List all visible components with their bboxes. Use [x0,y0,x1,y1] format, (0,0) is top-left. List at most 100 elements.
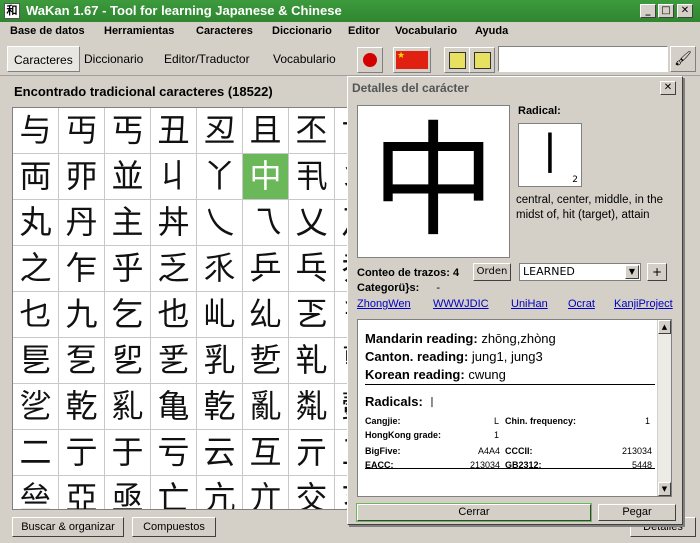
link-wwwjdic[interactable]: WWWJDIC [433,298,489,310]
character-cell[interactable]: 乵 [289,338,335,384]
character-cell[interactable]: 亁 [197,384,243,430]
character-cell[interactable]: 亞 [59,476,105,509]
character-cell[interactable]: 乾 [59,384,105,430]
character-cell[interactable]: 乍 [59,246,105,292]
character-cell[interactable]: 亣 [243,476,289,509]
character-cell[interactable]: 也 [151,292,197,338]
character-cell[interactable]: 乎 [105,246,151,292]
character-cell[interactable]: 両 [13,154,59,200]
character-cell[interactable]: 乮 [105,338,151,384]
chinese-mode-button[interactable]: ★ [393,47,431,73]
character-cell[interactable]: 二 [13,430,59,476]
character-cell[interactable]: 互 [243,430,289,476]
character-cell[interactable]: 乏 [151,246,197,292]
character-cell[interactable]: 丩 [151,154,197,200]
link-unihan[interactable]: UniHan [511,298,548,310]
info-scrollbar[interactable]: ▲ ▼ [657,320,671,496]
clipboard-brush-button[interactable]: 🖌 [670,46,696,72]
tab-characters[interactable]: Caracteres [7,46,80,72]
character-cell[interactable]: 丹 [59,200,105,246]
character-cell[interactable]: 交 [289,476,335,509]
character-cell[interactable]: 亂 [243,384,289,430]
minimize-button[interactable]: _ [640,4,656,18]
scroll-down-icon[interactable]: ▼ [658,482,671,496]
panel-close-button[interactable]: ✕ [660,81,676,95]
character-cell[interactable]: 亏 [151,430,197,476]
character-cell[interactable]: 丏 [59,108,105,154]
character-cell[interactable]: 乤 [289,292,335,338]
paste-button[interactable]: Pegar [598,504,676,521]
character-cell[interactable]: 乒 [243,246,289,292]
character-cell[interactable]: 于 [105,430,151,476]
character-cell[interactable]: 乂 [289,200,335,246]
character-cell[interactable]: 乣 [243,292,289,338]
link-ocrat[interactable]: Ocrat [568,298,595,310]
character-cell[interactable]: 乓 [289,246,335,292]
character-cell[interactable]: 乿 [105,384,151,430]
compounds-button[interactable]: Compuestos [132,517,216,537]
tab-editor-translator[interactable]: Editor/Traductor [158,46,256,72]
character-cell[interactable]: 丮 [289,154,335,200]
character-cell[interactable]: 亍 [59,430,105,476]
menu-vocabulary[interactable]: Vocabulario [395,25,457,37]
character-cell[interactable]: 丐 [105,108,151,154]
character-cell[interactable]: 乳 [197,338,243,384]
menu-characters[interactable]: Caracteres [196,25,253,37]
character-cell[interactable]: 並 [105,154,151,200]
close-details-button[interactable]: Cerrar [356,503,592,522]
character-cell[interactable]: 乑 [197,246,243,292]
character-grid-area[interactable]: 与丏丐丑丒且丕世両丣並丩丫中丮丯丸丹主丼乀乁乂乃之乍乎乏乑乒乓乔乜九乞也乢乣乤乥… [12,107,352,510]
link-kanjiproject[interactable]: KanjiProject [614,298,673,310]
character-cell[interactable]: 乷 [13,384,59,430]
character-cell[interactable]: 亃 [289,384,335,430]
character-cell[interactable]: 亓 [289,430,335,476]
menu-tools[interactable]: Herramientas [104,25,174,37]
character-info-box[interactable]: Mandarin reading: zhōng,zhòng Canton. re… [357,319,672,497]
character-cell[interactable]: 乀 [197,200,243,246]
character-cell[interactable]: 乭 [59,338,105,384]
character-cell[interactable]: 九 [59,292,105,338]
chevron-down-icon[interactable]: ▼ [625,265,639,279]
character-cell[interactable]: 丑 [151,108,197,154]
search-sort-button[interactable]: Buscar & organizar [12,517,124,537]
menu-dictionary[interactable]: Diccionario [272,25,332,37]
close-window-button[interactable]: ✕ [677,4,693,18]
character-cell[interactable]: 亝 [13,476,59,509]
tab-dictionary[interactable]: Diccionario [78,46,149,72]
character-cell[interactable]: 主 [105,200,151,246]
search-input[interactable] [498,46,668,72]
character-cell[interactable]: 亢 [197,476,243,509]
character-cell[interactable]: 乁 [243,200,289,246]
learned-status-select[interactable]: LEARNED ▼ [519,263,641,281]
character-grid[interactable]: 与丏丐丑丒且丕世両丣並丩丫中丮丯丸丹主丼乀乁乂乃之乍乎乏乑乒乓乔乜九乞也乢乣乤乥… [13,108,351,509]
menu-help[interactable]: Ayuda [475,25,508,37]
character-cell[interactable]: 丕 [289,108,335,154]
character-cell[interactable]: 丒 [197,108,243,154]
character-cell[interactable]: 亀 [151,384,197,430]
scroll-up-icon[interactable]: ▲ [658,320,671,334]
character-cell[interactable]: 亡 [151,476,197,509]
link-zhongwen[interactable]: ZhongWen [357,298,411,310]
maximize-button[interactable]: □ [658,4,674,18]
character-cell[interactable]: 中 [243,154,289,200]
character-cell[interactable]: 乴 [243,338,289,384]
character-cell[interactable]: 丸 [13,200,59,246]
character-cell[interactable]: 亟 [105,476,151,509]
word-kanji-button[interactable] [444,47,470,73]
character-cell[interactable]: 乞 [105,292,151,338]
character-cell[interactable]: 乬 [13,338,59,384]
menu-database[interactable]: Base de datos [10,25,85,37]
search-kanji-button[interactable] [469,47,495,73]
character-cell[interactable]: 乯 [151,338,197,384]
add-category-button[interactable]: + [647,263,667,281]
character-cell[interactable]: 丼 [151,200,197,246]
stroke-order-button[interactable]: Orden [473,263,511,281]
menu-editor[interactable]: Editor [348,25,380,37]
character-cell[interactable]: 且 [243,108,289,154]
japanese-mode-button[interactable] [357,47,383,73]
tab-vocabulary[interactable]: Vocabulario [267,46,342,72]
character-cell[interactable]: 乢 [197,292,243,338]
character-cell[interactable]: 丫 [197,154,243,200]
character-cell[interactable]: 与 [13,108,59,154]
character-cell[interactable]: 丣 [59,154,105,200]
